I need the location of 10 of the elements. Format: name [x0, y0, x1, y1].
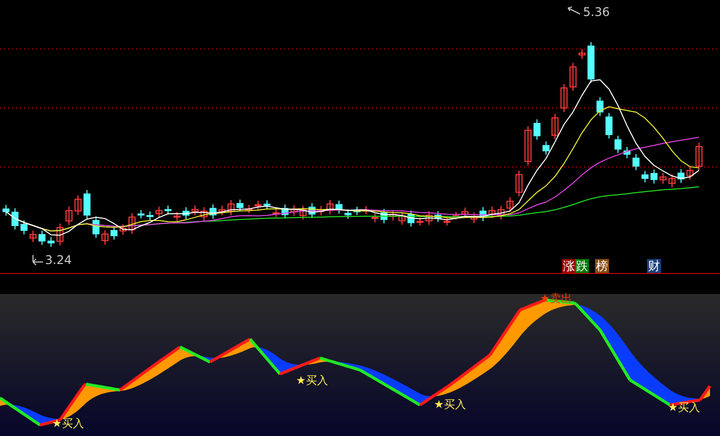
tag[interactable]: 财 — [647, 259, 661, 273]
tag[interactable]: 跌 — [575, 259, 589, 273]
tag[interactable]: 榜 — [595, 259, 609, 273]
signal-label: ★买入 — [296, 375, 328, 387]
tag[interactable]: 涨 — [562, 259, 576, 273]
arrow-icon — [568, 6, 580, 14]
arrow-icon — [32, 254, 44, 266]
low-price-label: 3.24 — [45, 253, 72, 267]
high-price-label: 5.36 — [583, 5, 610, 19]
signal-label: ★买入 — [434, 399, 466, 411]
